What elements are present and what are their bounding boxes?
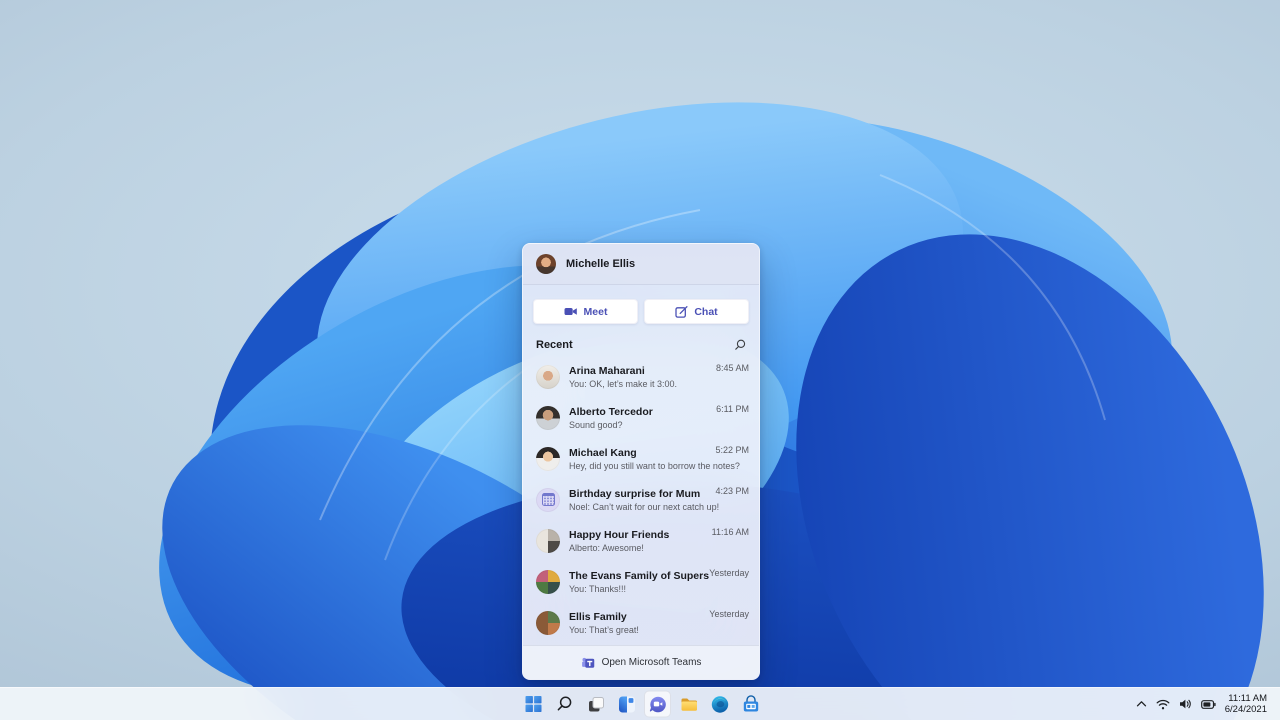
conversation-row[interactable]: Michael Kang Hey, did you still want to … [523, 438, 759, 479]
conversation-row[interactable]: Ellis Family You: That’s great! Yesterda… [523, 602, 759, 643]
wifi-button[interactable] [1156, 699, 1170, 710]
chat-button-taskbar[interactable] [644, 690, 671, 718]
conversation-avatar [536, 364, 560, 389]
start-button[interactable] [520, 691, 547, 718]
meet-button[interactable]: Meet [533, 299, 638, 324]
conversation-time: 6:11 PM [716, 404, 749, 414]
conversation-text: Alberto Tercedor Sound good? [569, 406, 707, 430]
flyout-header-profile[interactable]: Michelle Ellis [523, 244, 759, 285]
battery-icon [1200, 699, 1216, 709]
windows-start-icon [525, 696, 542, 712]
conversation-time: 4:23 PM [715, 486, 749, 496]
conversation-avatar [536, 610, 560, 635]
conversation-row[interactable]: Alberto Tercedor Sound good? 6:11 PM [523, 397, 759, 438]
task-view-button[interactable] [582, 691, 609, 718]
conversation-name: Ellis Family [569, 610, 627, 623]
conversation-avatar [536, 405, 560, 430]
taskbar: 11:11 AM 6/24/2021 [0, 687, 1280, 720]
conversation-avatar [536, 446, 560, 471]
edge-button[interactable] [706, 691, 733, 718]
conversation-list: Arina Maharani You: OK, let’s make it 3:… [523, 356, 759, 645]
conversation-name: Michael Kang [569, 446, 637, 459]
conversation-text: Birthday surprise for Mum Noel: Can’t wa… [569, 487, 720, 512]
hidden-icons-button[interactable] [1136, 700, 1147, 708]
conversation-time: 8:45 AM [715, 363, 749, 373]
conversation-time: Yesterday [709, 568, 749, 578]
conversation-name: Arina Maharani [569, 364, 645, 377]
conversation-preview: Alberto: Awesome! [569, 542, 644, 553]
teams-chat-flyout: Michelle Ellis Meet Chat Recent Arina Ma… [522, 243, 760, 680]
conversation-row[interactable]: The Evans Family of Supers You: Thanks!!… [523, 561, 759, 602]
conversation-preview: You: Thanks!!! [569, 583, 627, 594]
wifi-icon [1156, 699, 1170, 709]
file-explorer-button[interactable] [675, 691, 702, 718]
store-button[interactable] [737, 691, 764, 718]
conversation-time: 11:16 AM [711, 527, 749, 537]
conversation-preview: Hey, did you still want to borrow the no… [569, 460, 740, 471]
microsoft-store-icon [743, 694, 758, 711]
speaker-icon [1179, 699, 1191, 709]
battery-button[interactable] [1200, 699, 1216, 710]
taskbar-center-icons [520, 690, 764, 718]
chat-button[interactable]: Chat [644, 299, 749, 324]
conversation-text: The Evans Family of Supers You: Thanks!!… [569, 569, 710, 594]
conversation-row[interactable]: Happy Hour Friends Alberto: Awesome! 11:… [523, 520, 759, 561]
task-view-icon [588, 696, 604, 711]
action-row: Meet Chat [523, 285, 759, 324]
meet-button-label: Meet [583, 305, 608, 318]
conversation-time: Yesterday [709, 609, 749, 619]
search-button[interactable] [551, 691, 578, 718]
recent-row: Recent [523, 324, 759, 356]
search-icon [557, 696, 572, 711]
chat-button-label: Chat [694, 305, 718, 318]
clock-date: 6/24/2021 [1224, 704, 1267, 715]
conversation-preview: You: That’s great! [569, 624, 639, 635]
compose-icon [675, 306, 688, 318]
conversation-text: Michael Kang Hey, did you still want to … [569, 446, 740, 471]
conversation-time: 5:22 PM [715, 445, 749, 455]
system-tray: 11:11 AM 6/24/2021 [1128, 688, 1280, 720]
teams-chat-icon [649, 696, 666, 712]
user-avatar [536, 254, 556, 274]
conversation-name: Birthday surprise for Mum [569, 487, 701, 500]
conversation-text: Arina Maharani You: OK, let’s make it 3:… [569, 365, 707, 389]
open-teams-button[interactable]: Open Microsoft Teams [523, 645, 759, 679]
conversation-avatar [536, 528, 560, 553]
teams-logo-icon [581, 657, 594, 668]
chevron-up-icon [1136, 701, 1146, 707]
conversation-preview: You: OK, let’s make it 3:00. [569, 378, 678, 389]
conversation-preview: Noel: Can’t wait for our next catch up! [569, 501, 720, 512]
clock-time: 11:11 AM [1228, 693, 1267, 704]
widgets-button[interactable] [613, 691, 640, 718]
user-name: Michelle Ellis [566, 258, 636, 270]
conversation-text: Ellis Family You: That’s great! [569, 611, 700, 635]
file-explorer-icon [681, 698, 697, 711]
conversation-row[interactable]: Arina Maharani You: OK, let’s make it 3:… [523, 356, 759, 397]
conversation-row[interactable]: Birthday surprise for Mum Noel: Can’t wa… [523, 479, 759, 520]
clock[interactable]: 11:11 AM 6/24/2021 [1225, 693, 1267, 715]
video-camera-icon [564, 308, 577, 315]
conversation-name: Happy Hour Friends [569, 528, 670, 541]
edge-icon [711, 695, 728, 713]
conversation-name: The Evans Family of Supers [569, 569, 710, 582]
conversation-name: Alberto Tercedor [569, 405, 653, 418]
search-icon[interactable] [734, 339, 746, 351]
conversation-text: Happy Hour Friends Alberto: Awesome! [569, 529, 703, 553]
open-teams-label: Open Microsoft Teams [601, 657, 702, 668]
widgets-icon [618, 696, 635, 712]
conversation-avatar-calendar-icon [536, 487, 560, 512]
conversation-avatar [536, 569, 560, 594]
volume-button[interactable] [1179, 698, 1192, 710]
conversation-preview: Sound good? [569, 419, 623, 430]
recent-label: Recent [536, 339, 573, 351]
